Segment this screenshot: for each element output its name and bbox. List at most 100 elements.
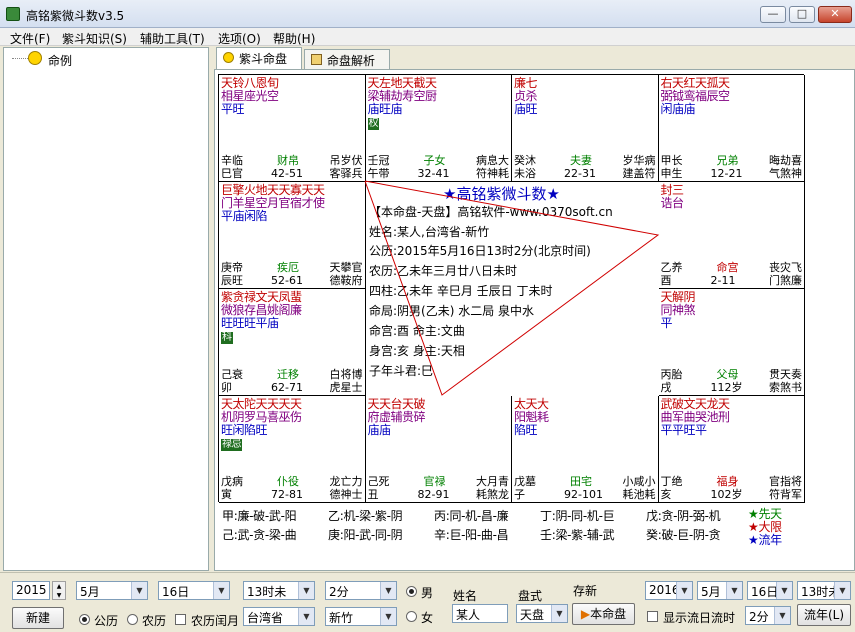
palace-stem-stage: 乙养 — [660, 261, 683, 274]
minimize-button[interactable]: — — [760, 6, 786, 23]
hour-select[interactable]: 13时未 ▼ — [243, 581, 315, 600]
lunar-radio[interactable] — [127, 614, 138, 625]
province-select[interactable]: 台湾省 ▼ — [243, 607, 315, 626]
palace-branch: 辰旺 — [221, 274, 243, 287]
flow-minute-value: 2分 — [749, 610, 769, 624]
new-button[interactable]: 新建 — [12, 607, 64, 629]
palace-you[interactable]: 封三 诰台 乙养酉命宫 2-11 丧灾飞 门煞廉 — [658, 182, 805, 289]
maximize-button[interactable]: □ — [789, 6, 815, 23]
palace-stem-stage: 戊病 — [221, 475, 243, 488]
leap-month-label: 农历闰月 — [191, 614, 240, 628]
show-flow-label: 显示流日流时 — [663, 611, 736, 625]
solar-radio[interactable] — [79, 614, 90, 625]
flow-day-select[interactable]: 16日 ▼ — [747, 581, 793, 600]
city-select[interactable]: 新竹 ▼ — [325, 607, 397, 626]
palace-hai[interactable]: 武破文天龙天 曲军曲哭池刑 平平旺平 丁绝亥福身 102岁 官指将 符背军 — [658, 396, 805, 503]
palace-star-line: 平 — [660, 316, 673, 330]
palace-branch: 午带 — [367, 167, 390, 180]
palace-star-line: 旺闲陷旺 — [221, 423, 268, 437]
palace-gods-2: 德鞍府 — [329, 274, 363, 287]
menu-tools[interactable]: 辅助工具(T) — [140, 30, 205, 47]
palace-xu[interactable]: 天解阴 同神煞平丙胎戌父母 112岁 贯天奏 索煞书 — [658, 289, 805, 396]
chevron-down-icon: ▼ — [380, 608, 396, 625]
tree-item-cases[interactable]: 命例 — [48, 52, 72, 69]
palace-star-line: 陷旺 — [514, 423, 538, 437]
flow-hour-select[interactable]: 13时未 ▼ — [797, 581, 851, 600]
palace-gods-1: 晦劫喜 — [769, 154, 802, 167]
leap-month-checkbox[interactable] — [175, 614, 186, 625]
window-title: 高铭紫微斗数v3.5 — [26, 9, 125, 23]
smiley-icon — [28, 51, 42, 65]
palace-shen[interactable]: 右天红天孤天 弼钺鸾福辰空 闲庙庙 甲长 申生 兄弟 12-21 晦劫喜 气煞神 — [658, 75, 805, 182]
palace-gods-2: 虎星士 — [329, 381, 363, 394]
palace-star-line: 闲庙庙 — [660, 102, 696, 116]
chevron-down-icon: ▼ — [676, 582, 692, 599]
palace-range: 92-101 — [564, 488, 603, 501]
palace-zi[interactable]: 太天大 阳魁耗 陷旺 戊墓子田宅 92-101 小咸小 耗池耗 — [512, 396, 659, 503]
palace-star-line: 平庙闲陷 — [221, 209, 268, 223]
legend-liunian: ★流年 — [748, 533, 782, 547]
natal-chart-button[interactable]: ▶本命盘 — [572, 603, 635, 625]
palace-wu[interactable]: 天左地天截天 梁辅劫寿空厨 庙旺庙权壬冠 午带 子女 32-41 病息大 符神耗 — [365, 75, 512, 182]
palace-gods-2: 耗池耗 — [622, 488, 656, 501]
menu-options[interactable]: 选项(O) — [218, 30, 261, 47]
case-tree[interactable]: 命例 — [3, 47, 209, 571]
palace-branch: 子 — [514, 488, 525, 501]
chevron-down-icon: ▼ — [131, 582, 147, 599]
close-button[interactable]: ✕ — [818, 6, 852, 23]
flow-year-select[interactable]: 2016 ▼ — [645, 581, 693, 600]
show-flow-checkbox[interactable] — [647, 611, 658, 622]
flow-month-value: 5月 — [701, 585, 721, 599]
style-select[interactable]: 天盘 ▼ — [516, 604, 568, 623]
female-radio[interactable] — [406, 611, 417, 622]
palace-name: 兄弟 — [716, 154, 739, 167]
palace-stem-stage: 己衰 — [221, 368, 243, 381]
palace-star-line: 诰台 — [660, 196, 685, 210]
year-input[interactable]: 2015 — [12, 581, 50, 600]
menu-file[interactable]: 文件(F) — [10, 30, 50, 47]
palace-mao[interactable]: 紫贪禄文天凤蜚 微狼存昌姚阁廉 旺旺旺平庙科己衰卯迁移 62-71 白将博 虎星士 — [219, 289, 366, 396]
palace-stem-stage: 己死 — [367, 475, 390, 488]
male-radio[interactable] — [406, 586, 417, 597]
palace-gods-1: 病息大 — [476, 154, 509, 167]
solar-label: 公历 — [94, 614, 119, 628]
palace-name: 疾厄 — [277, 261, 299, 274]
flow-minute-select[interactable]: 2分 ▼ — [745, 606, 791, 625]
palace-stem-stage: 壬冠 — [367, 154, 390, 167]
tab-chart[interactable]: 紫斗命盘 — [216, 47, 302, 69]
flow-month-select[interactable]: 5月 ▼ — [697, 581, 743, 600]
palace-yin[interactable]: 天太陀天天天天 机阴罗马喜巫伤 旺闲陷旺 禄忌 戊病寅仆役 72-81 龙亡力 德神士 — [219, 396, 366, 503]
palace-chen[interactable]: 巨擎火地天天寡天天 门羊星空月官宿才使 平庙闲陷 庚帝 辰旺 疾厄 52-61 天攀官 德鞍府 — [219, 182, 366, 289]
palace-branch: 未浴 — [514, 167, 536, 180]
save-new-label[interactable]: 存新 — [573, 582, 597, 599]
female-label: 女 — [421, 611, 434, 625]
palace-gods-1: 龙亡力 — [329, 475, 363, 488]
name-input[interactable]: 某人 — [452, 604, 508, 623]
sihua-entry: 丁:阴-同-机-巨 — [540, 509, 615, 523]
sihua-entry: 戊:贪-阴-弼-机 — [646, 509, 721, 523]
palace-gods-1: 丧灾飞 — [769, 261, 802, 274]
tab-analysis[interactable]: 命盘解析 — [304, 49, 390, 69]
palace-wei[interactable]: 廉七 贞杀 庙旺 癸沐 未浴 夫妻 22-31 岁华病 建盖符 — [512, 75, 659, 182]
flow-year-button[interactable]: 流年(L) — [797, 604, 851, 626]
palace-stem-stage: 戊墓 — [514, 475, 536, 488]
day-select[interactable]: 16日 ▼ — [158, 581, 230, 600]
palace-gods-2: 客驿兵 — [329, 167, 363, 180]
minute-select[interactable]: 2分 ▼ — [325, 581, 397, 600]
palace-si[interactable]: 天铃八恩旬 相星座光空 平旺 辛临 巳官 财帛 42-51 吊岁伏 客驿兵 — [219, 75, 366, 182]
year-spinner[interactable]: ▲ ▼ — [52, 581, 66, 600]
month-select[interactable]: 5月 ▼ — [76, 581, 148, 600]
center-line-2: 姓名:某人,台湾省-新竹 — [369, 225, 490, 239]
male-label: 男 — [421, 586, 434, 600]
menu-help[interactable]: 帮助(H) — [273, 30, 315, 47]
palace-chou[interactable]: 天天台天破 府虚辅贵碎 庙庙 己死丑官禄 82-91 大月青 耗煞龙 — [365, 396, 512, 503]
tab-analysis-label: 命盘解析 — [327, 54, 376, 68]
sihua-entry: 庚:阳-武-同-阴 — [328, 528, 403, 542]
palace-name: 迁移 — [277, 368, 299, 381]
chevron-down-icon: ▼ — [726, 582, 742, 599]
palace-range: 82-91 — [417, 488, 450, 501]
palace-name: 官禄 — [423, 475, 446, 488]
sihua-badge: 权 — [367, 118, 379, 130]
palace-stem-stage: 甲长 — [660, 154, 683, 167]
menu-knowledge[interactable]: 紫斗知识(S) — [62, 30, 127, 47]
